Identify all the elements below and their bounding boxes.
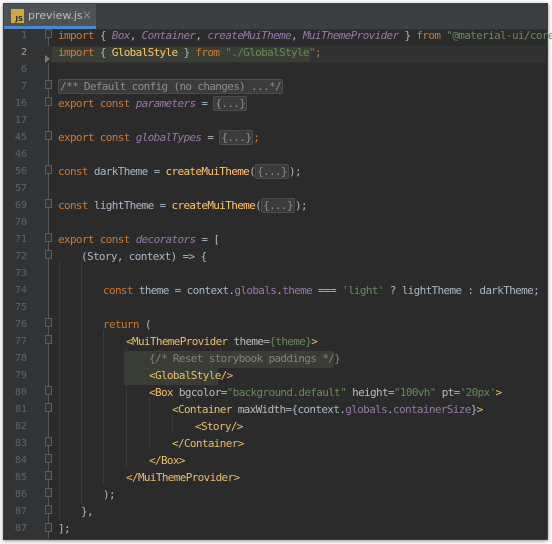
- line-number: 45: [14, 132, 27, 143]
- code-line: 45 export const globalTypes = {...};: [3, 129, 552, 146]
- code-line: 72 (Story, context) => {: [3, 248, 552, 265]
- line-number: 73: [14, 268, 27, 279]
- close-icon[interactable]: ×: [82, 8, 92, 22]
- indent-guide: [126, 347, 127, 467]
- line-number: 79: [14, 370, 27, 381]
- code-line: 85 </MuiThemeProvider>: [3, 469, 552, 486]
- line-number: 76: [14, 319, 27, 330]
- fold-marker-icon[interactable]: [45, 29, 52, 38]
- line-number: 84: [14, 455, 27, 466]
- line-number: 46: [14, 149, 27, 160]
- code-line: 80 <Box bgcolor="background.default" hei…: [3, 384, 552, 401]
- code-line: 75: [3, 299, 552, 316]
- line-number: 80: [14, 387, 27, 398]
- indent-guide: [149, 398, 150, 448]
- line-number: 86: [14, 489, 27, 500]
- tab-preview-js[interactable]: JS preview.js ×: [4, 4, 96, 29]
- code-line: 87 ];: [3, 520, 546, 537]
- folded-block[interactable]: {...}: [261, 198, 295, 213]
- code-line: 1 import { Box, Container, createMuiThem…: [3, 27, 552, 44]
- code-line: 57: [3, 180, 552, 197]
- code-line: 87 },: [3, 503, 552, 520]
- line-number: 87: [14, 506, 27, 517]
- fold-marker-icon[interactable]: [45, 471, 52, 480]
- code-line: 56 const darkTheme = createMuiTheme({...…: [3, 163, 552, 180]
- code-line: 84 </Box>: [3, 452, 552, 469]
- line-number: 83: [14, 438, 27, 449]
- line-number: 72: [14, 251, 27, 262]
- code-line: 76 return (: [3, 316, 552, 333]
- run-arrow-icon[interactable]: [45, 55, 50, 63]
- line-number: 70: [14, 217, 27, 228]
- code-line: 78 {/* Reset storybook paddings */}: [3, 350, 552, 367]
- fold-marker-icon[interactable]: [45, 233, 52, 242]
- line-number: 74: [14, 285, 27, 296]
- code-line: 81 <Container maxWidth={context.globals.…: [3, 401, 552, 418]
- folded-block[interactable]: {...}: [255, 164, 290, 179]
- code-line: 6: [3, 61, 552, 78]
- line-number: 57: [14, 183, 27, 194]
- indent-guide: [81, 262, 82, 504]
- fold-marker-icon[interactable]: [45, 250, 52, 259]
- folded-block[interactable]: {...}: [219, 130, 254, 145]
- line-number: 6: [20, 64, 27, 75]
- line-number: 87: [14, 523, 27, 534]
- fold-marker-icon[interactable]: [45, 165, 52, 174]
- line-number: 82: [14, 421, 27, 432]
- folded-comment[interactable]: /** Default config (no changes) ...*/: [58, 79, 283, 94]
- line-number: 71: [14, 234, 27, 245]
- line-number: 17: [14, 115, 27, 126]
- fold-marker-icon[interactable]: [45, 505, 52, 514]
- code-line: 2 import { GlobalStyle } from "./GlobalS…: [3, 44, 552, 61]
- code-line: 74 const theme = context.globals.theme =…: [3, 282, 552, 299]
- fold-marker-icon[interactable]: [45, 335, 52, 344]
- fold-marker-icon[interactable]: [45, 403, 52, 412]
- line-number: 69: [14, 200, 27, 211]
- fold-marker-icon[interactable]: [45, 454, 52, 463]
- tab-label: preview.js: [28, 9, 83, 22]
- indent-guide: [103, 330, 104, 485]
- line-number: 81: [14, 404, 27, 415]
- line-number: 77: [14, 336, 27, 347]
- fold-marker-icon[interactable]: [45, 80, 52, 89]
- line-number: 2: [20, 47, 27, 58]
- line-number: 1: [20, 30, 27, 41]
- fold-marker-icon[interactable]: [45, 437, 52, 446]
- line-number: 85: [14, 472, 27, 483]
- code-line: 83 </Container>: [3, 435, 552, 452]
- code-line: 16 export const parameters = {...}: [3, 95, 552, 112]
- line-number: 16: [14, 98, 27, 109]
- line-number: 78: [14, 353, 27, 364]
- fold-marker-icon[interactable]: [45, 523, 52, 532]
- fold-marker-icon[interactable]: [45, 318, 52, 327]
- fold-marker-icon[interactable]: [45, 97, 52, 106]
- indent-guide: [172, 415, 173, 432]
- line-number: 75: [14, 302, 27, 313]
- code-line: 77 <MuiThemeProvider theme={theme}>: [3, 333, 552, 350]
- code-line: 71 export const decorators = [: [3, 231, 552, 248]
- code-line: 70: [3, 214, 552, 231]
- code-editor[interactable]: 1 import { Box, Container, createMuiThem…: [3, 27, 552, 537]
- code-line: 46: [3, 146, 552, 163]
- code-line: 73: [3, 265, 552, 282]
- js-file-icon: JS: [11, 9, 24, 23]
- fold-marker-icon[interactable]: [45, 386, 52, 395]
- code-line: 17: [3, 112, 552, 129]
- indent-guide: [59, 262, 60, 520]
- fold-marker-icon[interactable]: [45, 199, 52, 208]
- code-line: 79 <GlobalStyle/>: [3, 367, 552, 384]
- line-number: 7: [20, 81, 27, 92]
- code-line: 69 const lightTheme = createMuiTheme({..…: [3, 197, 552, 214]
- code-line: 86 );: [3, 486, 552, 503]
- line-number: 56: [14, 166, 27, 177]
- fold-marker-icon[interactable]: [45, 488, 52, 497]
- folded-block[interactable]: {...}: [213, 96, 248, 111]
- fold-marker-icon[interactable]: [45, 131, 52, 140]
- code-line: 7 /** Default config (no changes) ...*/: [3, 78, 552, 95]
- code-line: 82 <Story/>: [3, 418, 552, 435]
